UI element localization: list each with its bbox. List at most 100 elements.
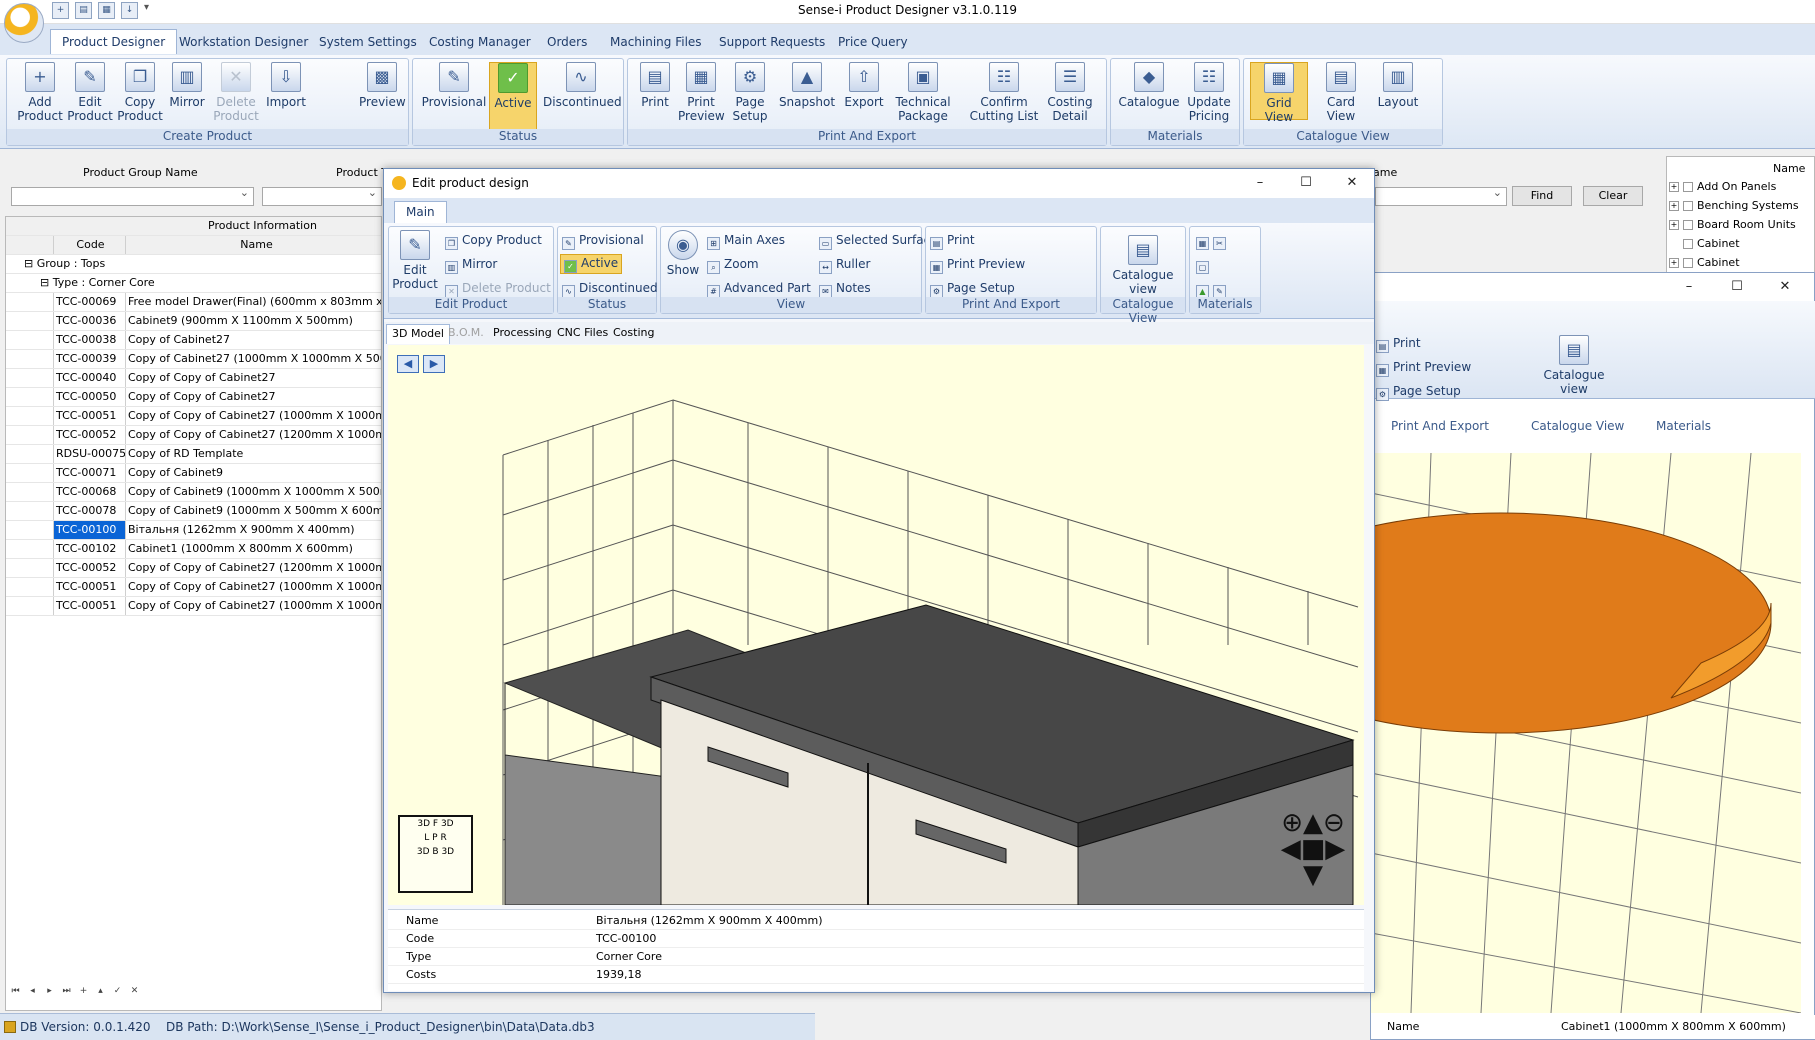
table-row[interactable]: TCC-00069 Free model Drawer(Final) (600mm…	[6, 293, 381, 312]
import-button[interactable]: ⇩ Import	[263, 62, 309, 109]
table-row[interactable]: TCC-00052 Copy of Copy of Cabinet27 (1200…	[6, 559, 381, 578]
group-row[interactable]: ⊟ Group : Tops	[6, 255, 381, 274]
preview-button[interactable]: ▩ Preview	[359, 62, 406, 109]
tab-support-requests[interactable]: Support Requests	[708, 30, 836, 55]
tab-orders[interactable]: Orders	[536, 30, 598, 55]
print-button[interactable]: ▤ Print	[930, 232, 975, 250]
provisional-button[interactable]: ✎ Provisional	[421, 62, 487, 109]
main-axes-button[interactable]: ⊞ Main Axes	[707, 232, 785, 250]
navigation-controls-icon[interactable]: ⊕▲⊖ ◀■▶ ▼	[1268, 810, 1358, 895]
last-record-icon[interactable]: ⏭	[59, 983, 74, 999]
tab-product-designer[interactable]: Product Designer	[50, 29, 178, 54]
column-code[interactable]: Code	[53, 236, 125, 254]
second-3d-viewport[interactable]	[1371, 453, 1801, 1013]
confirm-cutting-list-button[interactable]: ☷ Confirm Cutting List	[968, 62, 1040, 123]
ruller-button[interactable]: ↔ Ruller	[819, 256, 870, 274]
delete-product-button[interactable]: ✕ Delete Product	[211, 62, 261, 123]
type-row[interactable]: ⊟ Type : Corner Core	[6, 274, 381, 293]
minimize-icon[interactable]: –	[1679, 278, 1699, 296]
copy-product-button[interactable]: ❐ Copy Product	[445, 232, 542, 250]
up-record-icon[interactable]: ▴	[93, 983, 108, 999]
table-row[interactable]: TCC-00100 Вітальня (1262mm X 900mm X 400m…	[6, 521, 381, 540]
grid-view-button[interactable]: ▦ Grid View	[1250, 62, 1308, 124]
tab-bom[interactable]: B.O.M.	[443, 324, 489, 344]
table-row[interactable]: TCC-00038 Copy of Cabinet27	[6, 331, 381, 350]
tree-item[interactable]: + Cabinet	[1669, 253, 1740, 272]
prev-record-icon[interactable]: ◂	[25, 983, 40, 999]
table-row[interactable]: TCC-00051 Copy of Copy of Cabinet27 (1000…	[6, 578, 381, 597]
mirror-button[interactable]: ▥ Mirror	[165, 62, 209, 109]
export-button[interactable]: ⇧ Export	[840, 62, 888, 109]
page-setup-button[interactable]: ⚙ Page Setup	[728, 62, 772, 123]
tab-price-query[interactable]: Price Query	[827, 30, 919, 55]
mirror-button[interactable]: ▥ Mirror	[445, 256, 497, 274]
table-row[interactable]: TCC-00071 Copy of Cabinet9	[6, 464, 381, 483]
print-preview-button[interactable]: ▦ Print Preview	[678, 62, 725, 123]
tab-costing[interactable]: Costing	[608, 324, 659, 344]
tab-workstation-designer[interactable]: Workstation Designer	[168, 30, 319, 55]
selected-surface-button[interactable]: ▭ Selected Surface	[819, 232, 938, 250]
table-row[interactable]: TCC-00036 Cabinet9 (900mm X 1100mm X 500m…	[6, 312, 381, 331]
catalogue-view-button[interactable]: ▤ Catalogue view	[1105, 235, 1181, 296]
active-button[interactable]: ✓ Active	[489, 62, 537, 130]
confirm-record-icon[interactable]: ✓	[110, 983, 125, 999]
table-row[interactable]: TCC-00051 Copy of Copy of Cabinet27 (1000…	[6, 407, 381, 426]
forward-arrow-icon[interactable]: ▶	[423, 355, 445, 373]
app-menu-button[interactable]	[4, 3, 44, 43]
back-arrow-icon[interactable]: ◀	[397, 355, 419, 373]
table-row[interactable]: TCC-00078 Copy of Cabinet9 (1000mm X 500m…	[6, 502, 381, 521]
discontinued-button[interactable]: ∿ Discontinued	[543, 62, 622, 109]
tab-cnc-files[interactable]: CNC Files	[552, 324, 613, 344]
print-preview-button[interactable]: ▦ Print Preview	[930, 256, 1025, 274]
tab-system-settings[interactable]: System Settings	[308, 30, 428, 55]
w2-print-preview-button[interactable]: ▦ Print Preview	[1376, 359, 1471, 377]
3d-viewport[interactable]: ◀ ▶ 3D F 3D L P R 3D B 3D ⊕▲⊖ ◀■▶ ▼	[388, 345, 1364, 905]
delete-product-button[interactable]: ✕ Delete Product	[445, 280, 551, 298]
table-row[interactable]: TCC-00052 Copy of Copy of Cabinet27 (1200…	[6, 426, 381, 445]
view-cube-icon[interactable]: 3D F 3D L P R 3D B 3D	[398, 815, 473, 893]
maximize-icon[interactable]: ☐	[1727, 278, 1747, 296]
show-button[interactable]: ◉ Show	[663, 230, 703, 277]
clear-button[interactable]: Clear	[1583, 186, 1643, 206]
tree-item[interactable]: + Benching Systems	[1669, 196, 1799, 215]
product-name-combo[interactable]	[1375, 186, 1507, 206]
edit-product-button[interactable]: ✎ Edit Product	[67, 62, 113, 123]
product-grid[interactable]: Product Information Code Name ⊟ Group : …	[5, 216, 382, 1011]
table-row[interactable]: TCC-00102 Cabinet1 (1000mm X 800mm X 600m…	[6, 540, 381, 559]
table-row[interactable]: TCC-00040 Copy of Copy of Cabinet27	[6, 369, 381, 388]
table-row[interactable]: TCC-00050 Copy of Copy of Cabinet27	[6, 388, 381, 407]
provisional-button[interactable]: ✎ Provisional	[562, 232, 644, 250]
tab-processing[interactable]: Processing	[488, 324, 557, 344]
find-button[interactable]: Find	[1512, 186, 1572, 206]
edit-product-button[interactable]: ✎ Edit Product	[391, 230, 439, 291]
update-pricing-button[interactable]: ☷ Update Pricing	[1183, 62, 1235, 123]
w2-page-setup-button[interactable]: ⚙ Page Setup	[1376, 383, 1461, 401]
column-name[interactable]: Name	[125, 236, 381, 254]
notes-button[interactable]: ✉ Notes	[819, 280, 871, 298]
table-row[interactable]: TCC-00068 Copy of Cabinet9 (1000mm X 1000…	[6, 483, 381, 502]
copy-product-button[interactable]: ❐ Copy Product	[117, 62, 163, 123]
tab-3d-model[interactable]: 3D Model	[386, 324, 450, 344]
tab-machining-files[interactable]: Machining Files	[599, 30, 713, 55]
close-icon[interactable]: ✕	[1775, 278, 1795, 296]
page-setup-button[interactable]: ⚙ Page Setup	[930, 280, 1015, 298]
maximize-icon[interactable]: ☐	[1296, 174, 1316, 192]
table-row[interactable]: RDSU-00075 Copy of RD Template	[6, 445, 381, 464]
technical-package-button[interactable]: ▣ Technical Package	[890, 62, 956, 123]
active-button[interactable]: ✓ Active	[560, 254, 623, 274]
material-tool-1[interactable]: ▦ ✂	[1196, 232, 1230, 250]
material-tool-3[interactable]: ▲ ✎	[1196, 280, 1230, 298]
w2-catalogue-view-button[interactable]: ▤ Catalogue view	[1539, 335, 1609, 396]
discontinued-button[interactable]: ∿ Discontinued	[562, 280, 658, 298]
card-view-button[interactable]: ▤ Card View	[1312, 62, 1370, 123]
table-row[interactable]: TCC-00051 Copy of Copy of Cabinet27 (1000…	[6, 597, 381, 616]
minimize-icon[interactable]: –	[1250, 174, 1270, 192]
close-icon[interactable]: ✕	[1342, 174, 1362, 192]
material-tool-2[interactable]: ▢	[1196, 256, 1213, 274]
tree-item[interactable]: + Add On Panels	[1669, 177, 1776, 196]
add-record-icon[interactable]: +	[76, 983, 91, 999]
tab-main[interactable]: Main	[394, 201, 447, 223]
tab-costing-manager[interactable]: Costing Manager	[418, 30, 542, 55]
catalogue-button[interactable]: ◆ Catalogue	[1117, 62, 1181, 109]
advanced-part-button[interactable]: # Advanced Part	[707, 280, 811, 298]
